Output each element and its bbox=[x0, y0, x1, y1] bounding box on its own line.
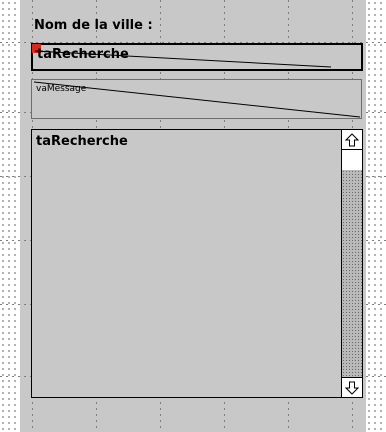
search-field[interactable]: taRecherche bbox=[31, 43, 363, 71]
arrow-up-icon bbox=[345, 132, 359, 146]
form-editor-canvas: Nom de la ville : taRecherche vaMessage … bbox=[0, 0, 386, 432]
results-list[interactable]: taRecherche bbox=[31, 129, 363, 398]
field-diagonal bbox=[33, 81, 361, 118]
scroll-thumb[interactable] bbox=[342, 150, 362, 171]
message-field[interactable]: vaMessage bbox=[31, 79, 362, 119]
vertical-scrollbar[interactable] bbox=[341, 130, 362, 397]
arrow-down-icon bbox=[345, 381, 359, 395]
scroll-track[interactable] bbox=[342, 170, 362, 377]
field-diagonal bbox=[34, 50, 332, 68]
city-name-label: Nom de la ville : bbox=[34, 18, 153, 33]
results-list-value: taRecherche bbox=[36, 134, 128, 149]
scroll-down-button[interactable] bbox=[342, 377, 362, 397]
scroll-up-button[interactable] bbox=[342, 130, 362, 150]
